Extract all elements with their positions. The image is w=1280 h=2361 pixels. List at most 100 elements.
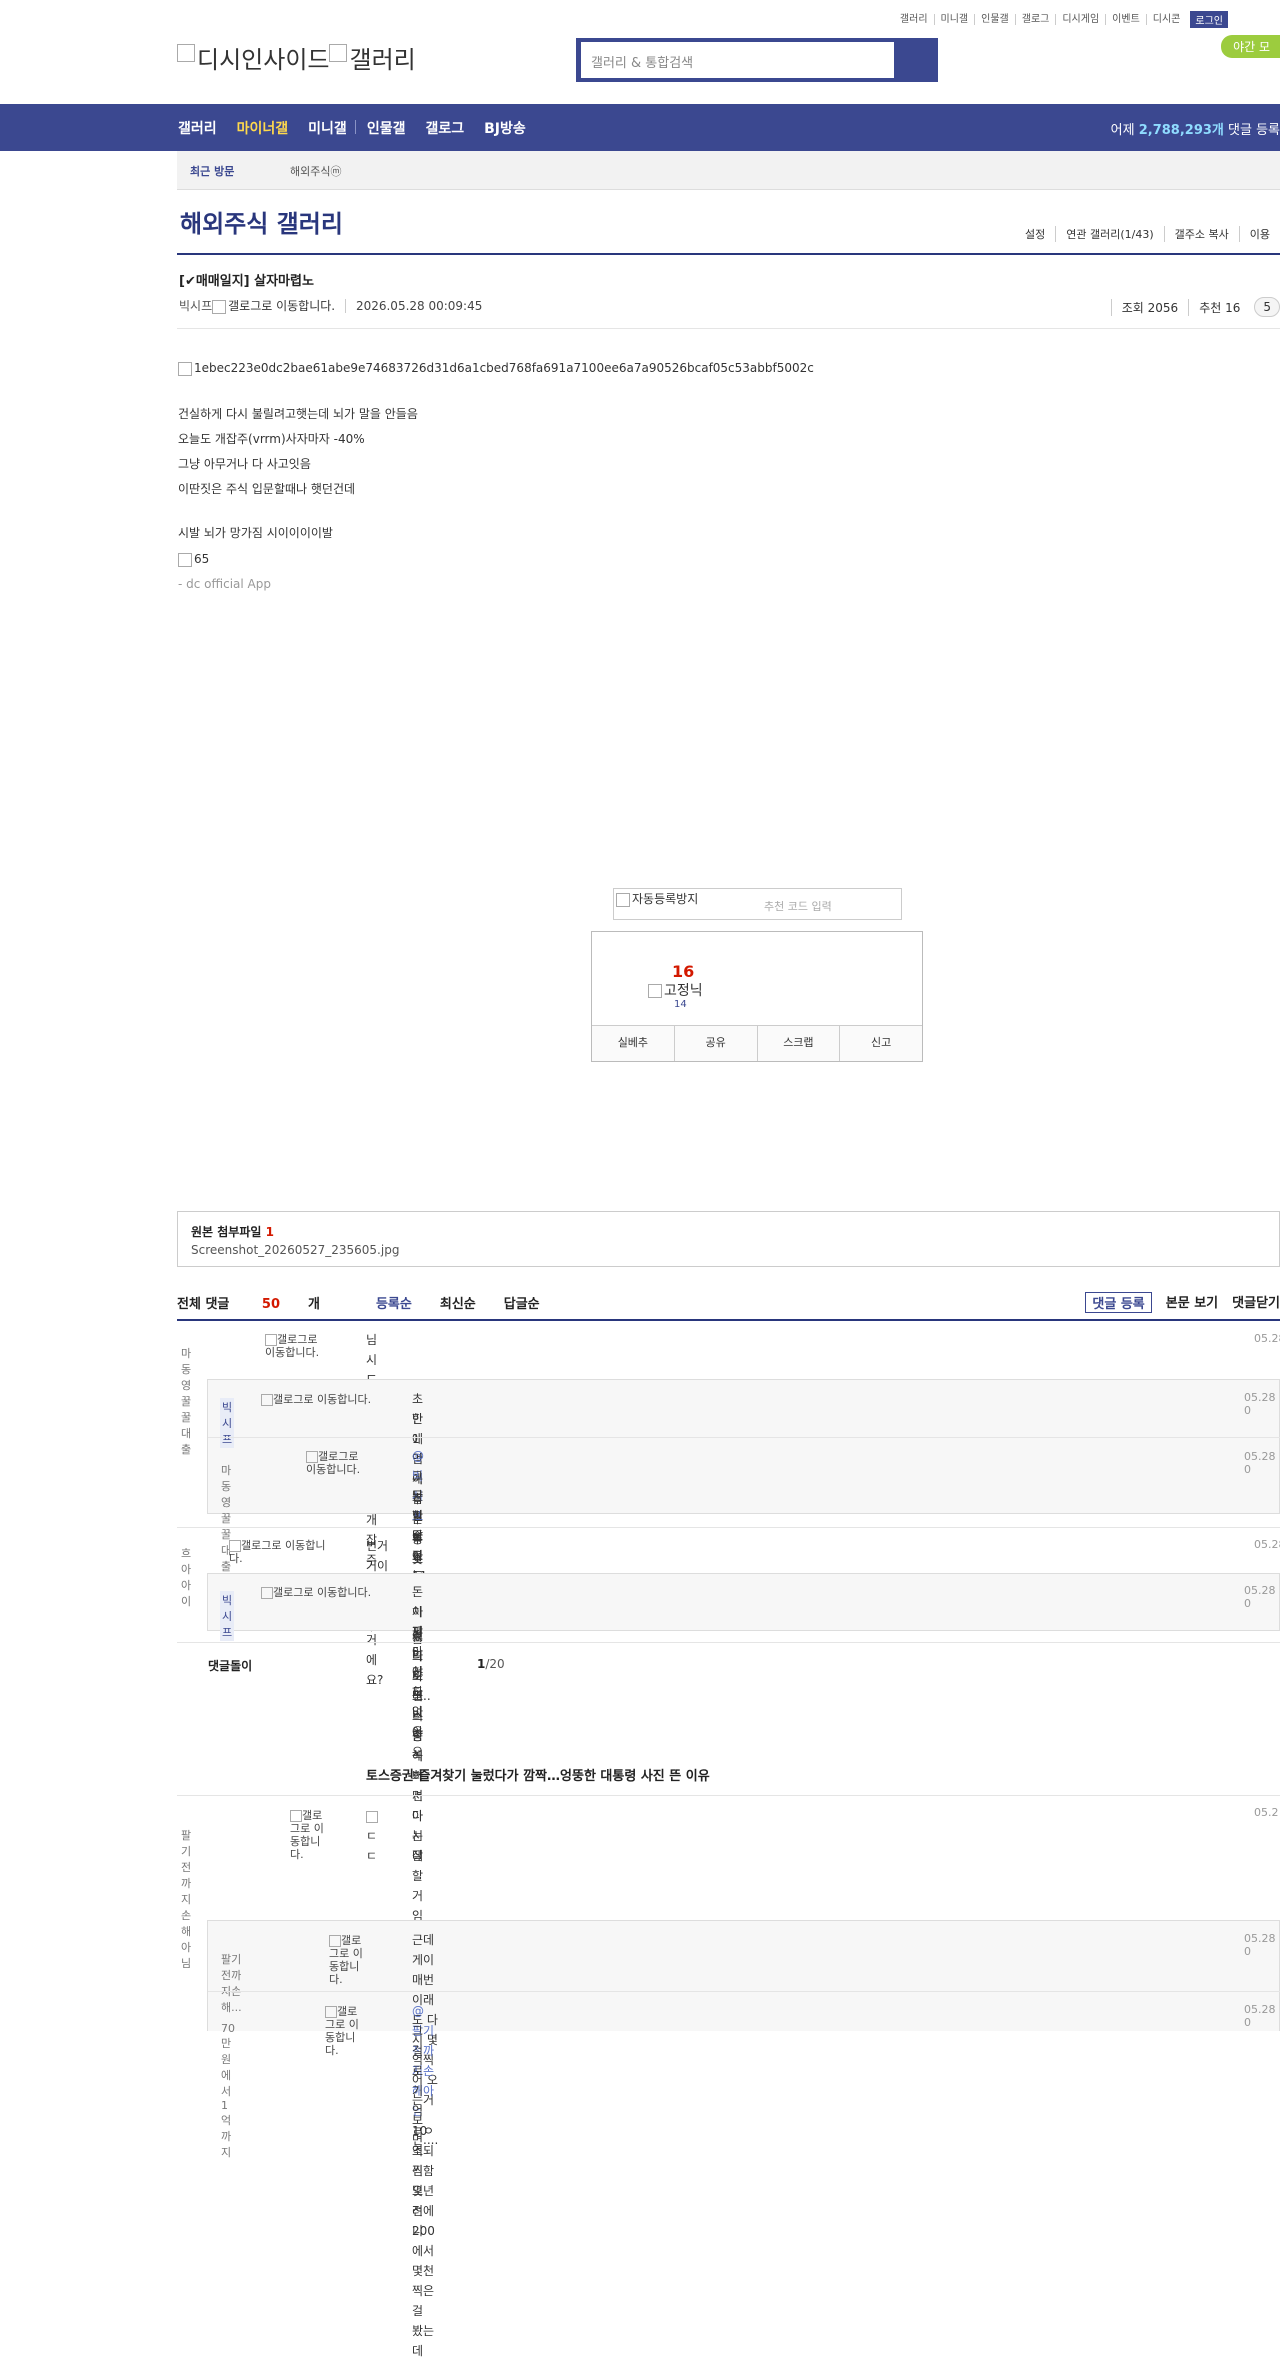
comment-total: 전체 댓글 50 개 [177, 1297, 320, 1312]
comment-nick[interactable]: 70만원에서1억까지 [221, 2022, 235, 2160]
top-link-minigall[interactable]: 미니갤 [933, 14, 975, 25]
post-author[interactable]: 빅시프 [179, 299, 212, 313]
comment-nick[interactable]: 팔기전까지손해아님 [181, 1827, 191, 1971]
post-image[interactable]: 1ebec223e0dc2bae61abe9e74683726d31d6a1cb… [178, 361, 814, 376]
top-link-persongall[interactable]: 인물갤 [974, 14, 1015, 25]
post-image-2[interactable]: 65 [178, 552, 209, 567]
post-stats: 조회 2056 추천 16 5 [1110, 297, 1280, 317]
logo-text-2: 갤러리 [349, 46, 416, 74]
broken-image-icon [290, 1810, 302, 1822]
nav-mini-gallery[interactable]: 미니갤 [308, 118, 347, 138]
comment-nick[interactable]: 빅시프 [220, 1398, 235, 1448]
post-title: [✔매매일지] 살자마렵노 [179, 274, 314, 289]
comment-tabs: 전체 댓글 50 개 등록순 최신순 답글순 [177, 1293, 568, 1312]
broken-image-icon [261, 1394, 273, 1406]
comment-register-button[interactable]: 댓글 등록 [1085, 1292, 1152, 1313]
top-link-dccon[interactable]: 디시콘 [1145, 14, 1187, 25]
sort-by-latest[interactable]: 최신순 [440, 1293, 476, 1312]
top-link-event[interactable]: 이벤트 [1105, 14, 1146, 25]
login-button[interactable]: 로그인 [1190, 11, 1228, 28]
top-link-gallery[interactable]: 갤러리 [894, 14, 934, 25]
gallog-link-alt[interactable]: 갤로그로 이동합니다. [329, 1934, 371, 1986]
post-line: 그냥 아무거나 다 사고잇음 [178, 457, 311, 471]
comment-date: 05.28 0 [1244, 2003, 1276, 2029]
sort-by-replies[interactable]: 답글순 [504, 1293, 540, 1312]
nav-gallery[interactable]: 갤러리 [178, 118, 217, 138]
comment-pagination[interactable]: 1/20 [477, 1657, 505, 1671]
broken-image-icon [306, 1451, 318, 1463]
scrap-button[interactable]: 스크랩 [756, 1026, 840, 1061]
comment-date: 05.28 [1254, 1538, 1280, 1551]
top-links: 갤러리 미니갤 인물갤 갤로그 디시게임 이벤트 디시콘 로그인 [894, 11, 1228, 28]
share-button[interactable]: 공유 [673, 1026, 757, 1061]
nav-divider [355, 120, 356, 134]
recommend-count: 16 [672, 962, 695, 981]
sort-by-registered[interactable]: 등록순 [376, 1293, 412, 1312]
broken-image-icon [325, 2006, 337, 2018]
related-galleries[interactable]: 연관 갤러리(1/43) [1055, 226, 1163, 242]
nav-minor-gallery[interactable]: 마이너갤 [237, 118, 289, 138]
nav-gallog[interactable]: 갤로그 [425, 118, 464, 138]
gallog-link-alt[interactable]: 갤로그로 이동합니다. [229, 1539, 333, 1565]
gallog-link-alt[interactable]: 갤로그로 이동합니다. [306, 1450, 366, 1476]
gallery-menu: 설정 연관 갤러리(1/43) 갤주소 복사 이용 [1015, 226, 1280, 242]
fixed-nick-recommend: 고정닉 [648, 980, 703, 1000]
main-nav: 갤러리 마이너갤 미니갤 인물갤 갤로그 BJ방송 어제 2,788,293개 … [0, 104, 1280, 151]
divider [177, 328, 1280, 329]
gallery-title[interactable]: 해외주식 갤러리 [180, 204, 343, 239]
top-link-gallog[interactable]: 갤로그 [1014, 14, 1056, 25]
gallog-link-alt[interactable]: 갤로그로 이동합니다. [228, 299, 335, 313]
comment-text: 차 팔아야하나 아오 [412, 1605, 424, 1759]
comment-date: 05.28 0 [1244, 1450, 1276, 1476]
comment-text: 그걸로 기억 10억 찍으려니 [412, 2024, 428, 2238]
gallog-link-alt[interactable]: 갤로그로 이동합니다. [261, 1393, 373, 1406]
site-logo[interactable]: 디시인사이드 갤러리 [177, 40, 416, 75]
close-comments-button[interactable]: 댓글닫기 [1232, 1292, 1280, 1313]
divider [208, 1437, 1280, 1438]
top-link-dcgame[interactable]: 디시게임 [1055, 14, 1105, 25]
broken-image-icon [329, 1935, 341, 1947]
usage-link[interactable]: 이용 [1238, 226, 1280, 242]
comment-date: 05.2 [1254, 1806, 1279, 1819]
comment-nick[interactable]: 팔기전까지손해... [221, 1951, 242, 2015]
title-divider [177, 253, 1280, 255]
recent-visit-item[interactable]: 해외주식ⓜ [290, 163, 341, 179]
copy-gallery-url[interactable]: 갤주소 복사 [1163, 226, 1239, 242]
broken-image-icon [329, 44, 348, 62]
logo-text-1: 디시인사이드 [197, 46, 330, 74]
post-line: 이딴짓은 주식 입문할때나 햇던건데 [178, 482, 356, 496]
comment-date: 05.28 0 [1244, 1932, 1276, 1958]
captcha-placeholder: 추천 코드 입력 [764, 900, 832, 913]
real-best-button[interactable]: 실베추 [592, 1026, 674, 1061]
comment-count-button[interactable]: 5 [1254, 297, 1280, 317]
broken-image-icon [178, 361, 192, 376]
gallog-link-alt[interactable]: 갤로그로 이동합니다. [290, 1809, 332, 1861]
reply-block [207, 1573, 1280, 1631]
app-signature: - dc official App [178, 577, 271, 591]
broken-image-icon [648, 984, 662, 998]
search-input[interactable]: 갤러리 & 통합검색 [581, 42, 894, 78]
recommend-code-input[interactable]: 자동등록방지 추천 코드 입력 [613, 888, 902, 920]
comment-nick[interactable]: 마동영꿀꿀대출 [181, 1345, 191, 1457]
broken-image-icon [229, 1540, 241, 1552]
attachment-file[interactable]: Screenshot_20260527_235605.jpg [191, 1243, 399, 1257]
gallog-link-alt[interactable]: 갤로그로 이동합니다. [261, 1586, 373, 1599]
comment-nick[interactable]: 빅시프 [220, 1591, 235, 1641]
report-button[interactable]: 신고 [839, 1026, 922, 1061]
broken-image-icon [212, 299, 227, 314]
view-post-button[interactable]: 본문 보기 [1166, 1292, 1218, 1313]
divider [177, 1795, 1280, 1796]
nav-bj[interactable]: BJ방송 [484, 118, 526, 138]
news-headline[interactable]: 토스증권 즐겨찾기 눌렀다가 깜짝…엉뚱한 대통령 사진 뜬 이유 [366, 1765, 710, 1784]
gallery-settings[interactable]: 설정 [1015, 226, 1055, 242]
post-line: 시발 뇌가 망가짐 시이이이이발 [178, 526, 333, 540]
gallog-link-alt[interactable]: 갤로그로 이동합니다. [325, 2005, 367, 2057]
comment-nick[interactable]: 흐아아이 [181, 1545, 191, 1609]
nav-person-gallery[interactable]: 인물갤 [367, 118, 406, 138]
night-mode-toggle[interactable]: 야간 모 [1221, 35, 1280, 58]
comment-image[interactable]: ㄷㄷ [366, 1806, 378, 1866]
search-button[interactable] [894, 38, 938, 82]
gallog-link-alt[interactable]: 갤로그로 이동합니다. [265, 1333, 325, 1359]
divider [177, 1527, 1280, 1528]
recommend-box: 16 고정닉 14 실베추 공유 스크랩 신고 [591, 931, 923, 1062]
